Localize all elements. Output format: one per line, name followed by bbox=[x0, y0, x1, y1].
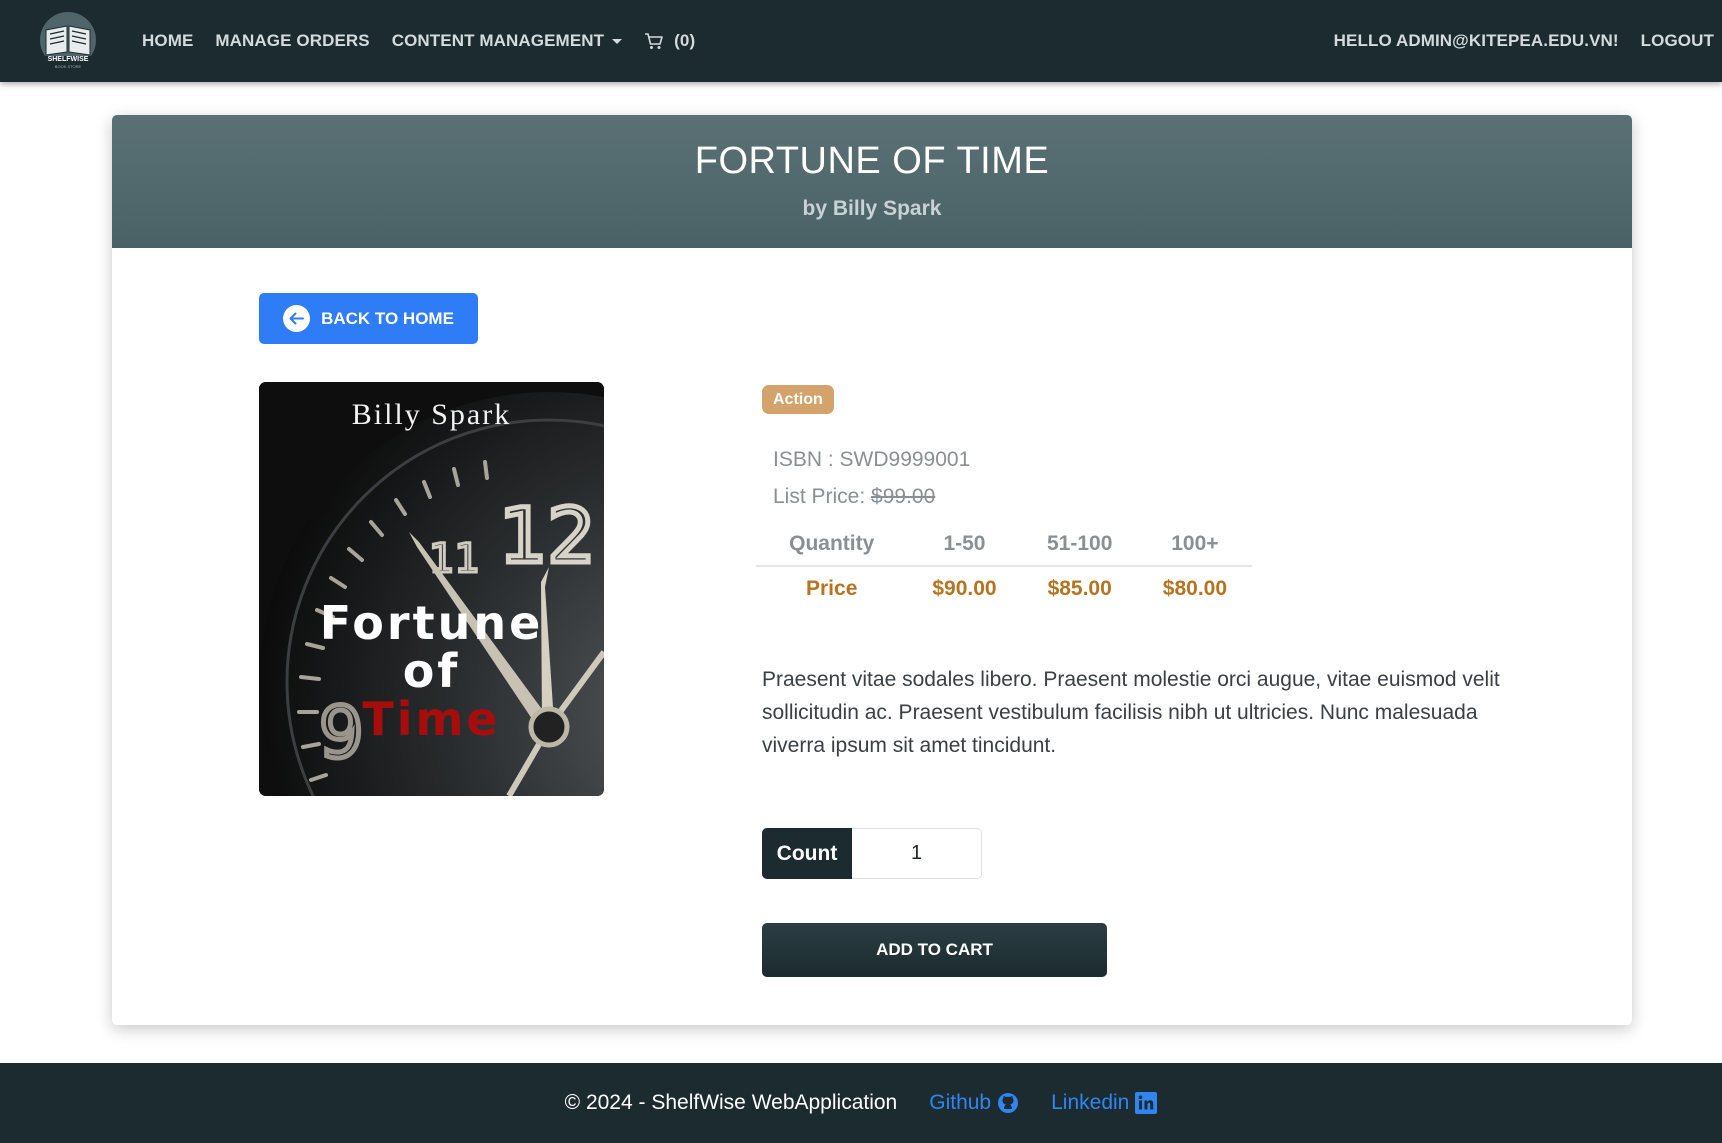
nav-manage-orders-link[interactable]: MANAGE ORDERS bbox=[215, 31, 369, 51]
table-cell: $90.00 bbox=[932, 576, 997, 600]
nav-right: HELLO ADMIN@KITEPEA.EDU.VN! LOGOUT bbox=[1334, 0, 1714, 82]
table-row: Price $90.00 $85.00 $80.00 bbox=[756, 566, 1252, 610]
shelfwise-logo[interactable]: SHELFWISE BOOK STORE bbox=[36, 12, 100, 70]
book-detail-card: FORTUNE OF TIME by Billy Spark BACK TO H… bbox=[112, 115, 1632, 1025]
table-header-cell: 51-100 bbox=[1021, 522, 1138, 567]
cover-author: Billy Spark bbox=[351, 398, 512, 431]
list-price-value: $99.00 bbox=[871, 485, 936, 508]
table-cell: $80.00 bbox=[1162, 576, 1228, 600]
linkedin-link[interactable]: Linkedin bbox=[1051, 1091, 1158, 1115]
nav-links: HOME MANAGE ORDERS CONTENT MANAGEMENT (0… bbox=[142, 0, 695, 82]
svg-text:12: 12 bbox=[499, 491, 596, 580]
github-label: Github bbox=[929, 1091, 992, 1114]
table-cell: $85.00 bbox=[1047, 576, 1112, 600]
category-badge: Action bbox=[762, 385, 834, 414]
user-greeting-link[interactable]: HELLO ADMIN@KITEPEA.EDU.VN! bbox=[1334, 31, 1619, 51]
logo-text: SHELFWISE bbox=[47, 56, 89, 63]
list-price-label: List Price: bbox=[773, 485, 872, 508]
table-header-cell: Quantity bbox=[756, 522, 908, 567]
nav-cart-link[interactable]: (0) bbox=[644, 31, 695, 51]
cart-icon bbox=[645, 33, 663, 49]
cover-title-line1: Fortune bbox=[319, 596, 544, 650]
logo-subtext: BOOK STORE bbox=[54, 64, 82, 69]
arrow-left-circle-icon bbox=[283, 305, 311, 332]
book-cover-image: 12 9 11 Billy Spark Fortune of Time bbox=[259, 382, 604, 796]
linkedin-icon bbox=[1135, 1092, 1158, 1114]
nav-home-link[interactable]: HOME bbox=[142, 31, 193, 51]
back-to-home-label: BACK TO HOME bbox=[321, 308, 454, 328]
list-price-line: List Price: $99.00 bbox=[773, 485, 935, 509]
cover-title-line3: Time bbox=[362, 692, 501, 746]
add-to-cart-button[interactable]: ADD TO CART bbox=[762, 923, 1107, 977]
back-to-home-button[interactable]: BACK TO HOME bbox=[259, 293, 478, 344]
logout-link[interactable]: LOGOUT bbox=[1641, 31, 1714, 51]
linkedin-label: Linkedin bbox=[1051, 1091, 1130, 1114]
table-header-cell: 100+ bbox=[1137, 522, 1252, 567]
table-cell: Price bbox=[806, 576, 858, 600]
isbn-label: ISBN : bbox=[773, 448, 840, 471]
cart-count: (0) bbox=[674, 31, 696, 50]
cover-title-line2: of bbox=[402, 644, 461, 698]
footer-copyright: © 2024 - ShelfWise WebApplication bbox=[564, 1091, 898, 1114]
table-header-row: Quantity 1-50 51-100 100+ bbox=[756, 522, 1252, 567]
github-link[interactable]: Github bbox=[929, 1091, 1019, 1115]
content-management-label: CONTENT MANAGEMENT bbox=[391, 31, 605, 50]
github-icon bbox=[998, 1093, 1019, 1113]
book-title: FORTUNE OF TIME bbox=[694, 140, 1050, 182]
navbar: SHELFWISE BOOK STORE HOME MANAGE ORDERS … bbox=[0, 0, 1722, 82]
isbn-line: ISBN : SWD9999001 bbox=[773, 448, 970, 472]
count-label: Count bbox=[762, 828, 852, 879]
count-input[interactable] bbox=[852, 828, 982, 879]
nav-content-management-dropdown[interactable]: CONTENT MANAGEMENT bbox=[391, 31, 623, 51]
count-input-group: Count bbox=[762, 828, 982, 879]
bulk-pricing-table: Quantity 1-50 51-100 100+ Price $90.00 $… bbox=[756, 522, 1252, 610]
card-header: FORTUNE OF TIME by Billy Spark bbox=[112, 115, 1632, 248]
book-author: by Billy Spark bbox=[802, 197, 942, 220]
isbn-value: SWD9999001 bbox=[839, 448, 971, 471]
footer: © 2024 - ShelfWise WebApplication Github… bbox=[0, 1063, 1722, 1143]
chevron-down-icon bbox=[612, 38, 623, 44]
table-header-cell: 1-50 bbox=[907, 522, 1022, 567]
book-description: Praesent vitae sodales libero. Praesent … bbox=[762, 668, 1500, 757]
